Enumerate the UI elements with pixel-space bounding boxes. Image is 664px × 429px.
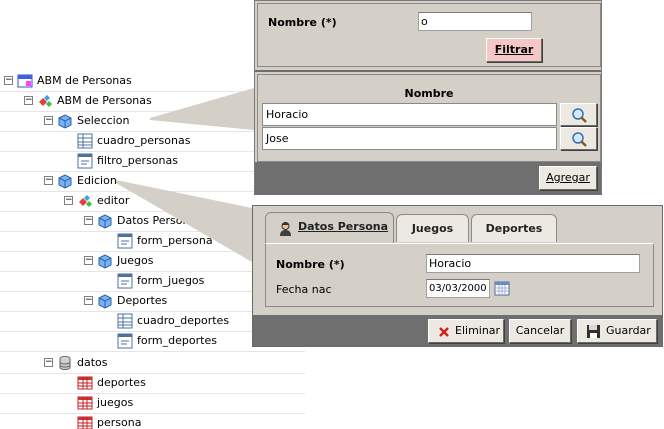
tree-label: ABM de Personas [57, 94, 152, 107]
collapse-toggle[interactable]: − [44, 176, 53, 185]
table-icon [77, 376, 93, 390]
grid-icon [117, 313, 133, 329]
person-icon [280, 222, 291, 236]
table-icon [77, 416, 93, 429]
database-icon [59, 356, 71, 370]
components-icon [79, 195, 92, 207]
delete-icon [439, 327, 449, 337]
calendar-icon[interactable] [494, 280, 510, 296]
tab-bar: Datos Persona Juegos Deportes [253, 206, 662, 243]
magnifier-icon [572, 108, 587, 123]
magnifier-icon [572, 132, 587, 147]
tree-label: Deportes [117, 294, 168, 307]
cube-icon [98, 214, 112, 229]
list-header: Nombre [404, 87, 454, 100]
select-row-button[interactable] [560, 103, 597, 126]
tree-label: Seleccion [77, 114, 130, 127]
tree-label: Datos Persona [117, 214, 197, 227]
filter-button[interactable]: Filtrar [486, 38, 542, 62]
select-row-button[interactable] [560, 127, 597, 150]
list-item[interactable]: Jose [262, 127, 557, 150]
tab-label: Datos Persona [298, 220, 389, 233]
save-button[interactable]: Guardar [577, 319, 657, 343]
cube-icon [58, 114, 72, 129]
components-icon [39, 95, 52, 107]
divider [0, 351, 305, 352]
collapse-toggle[interactable]: − [84, 256, 93, 265]
filter-name-input[interactable]: o [418, 12, 532, 31]
collapse-toggle[interactable]: − [4, 76, 13, 85]
grid-icon [77, 133, 93, 149]
tree-label: filtro_personas [97, 154, 178, 167]
tree-label: ABM de Personas [37, 74, 132, 87]
collapse-toggle[interactable]: − [84, 296, 93, 305]
form-icon [117, 333, 133, 349]
tree-label: cuadro_personas [97, 134, 191, 147]
collapse-toggle[interactable]: − [84, 216, 93, 225]
delete-label: Eliminar [455, 324, 501, 337]
form-icon [117, 273, 133, 289]
name-label: Nombre (*) [276, 258, 345, 271]
tree-label: persona [97, 416, 142, 429]
tree-node-datos[interactable]: − datos [0, 353, 305, 373]
selection-footer: Agregar [255, 162, 601, 195]
divider [255, 70, 601, 72]
tree-label: form_persona [137, 234, 213, 247]
tab-datos-persona[interactable]: Datos Persona [265, 212, 394, 243]
tree-node-table-juegos[interactable]: juegos [0, 393, 305, 413]
window-icon [17, 74, 33, 88]
collapse-toggle[interactable]: − [44, 116, 53, 125]
tree-label: form_deportes [137, 334, 217, 347]
table-icon [77, 396, 93, 410]
add-button[interactable]: Agregar [539, 166, 597, 190]
persona-form: Nombre (*) Horacio Fecha nac 03/03/2000 [265, 243, 654, 307]
cancel-button[interactable]: Cancelar [509, 319, 571, 343]
filter-name-label: Nombre (*) [268, 16, 337, 29]
name-input[interactable]: Horacio [426, 254, 640, 273]
birth-date-input[interactable]: 03/03/2000 [426, 279, 490, 298]
filter-form: Nombre (*) o Filtrar [257, 3, 601, 67]
form-icon [77, 153, 93, 169]
tree-node-table-deportes[interactable]: deportes [0, 373, 305, 393]
cube-icon [98, 254, 112, 269]
edit-panel: Datos Persona Juegos Deportes Nombre (*)… [252, 205, 663, 347]
birth-date-label: Fecha nac [276, 283, 332, 296]
tree-label: editor [97, 194, 130, 207]
tree-label: Edicion [77, 174, 117, 187]
collapse-toggle[interactable]: − [44, 358, 53, 367]
selection-panel: Nombre (*) o Filtrar Nombre Horacio Jose… [254, 0, 602, 195]
list-item[interactable]: Horacio [262, 103, 557, 126]
floppy-disk-icon [587, 325, 600, 338]
delete-button[interactable]: Eliminar [428, 319, 504, 343]
results-list: Nombre Horacio Jose [257, 74, 601, 162]
tab-deportes[interactable]: Deportes [471, 214, 557, 242]
cube-icon [98, 294, 112, 309]
tree-label: juegos [97, 396, 134, 409]
tree-node-table-persona[interactable]: persona [0, 413, 305, 429]
screenshot-stage: { "tree": { "items": [ {"label": "ABM de… [0, 0, 664, 429]
save-label: Guardar [606, 324, 651, 337]
tree-label: deportes [97, 376, 146, 389]
collapse-toggle[interactable]: − [24, 96, 33, 105]
form-icon [117, 233, 133, 249]
tree-label: cuadro_deportes [137, 314, 230, 327]
tree-label: form_juegos [137, 274, 205, 287]
tab-juegos[interactable]: Juegos [396, 214, 469, 242]
tree-label: datos [77, 356, 108, 369]
cube-icon [58, 174, 72, 189]
tree-label: Juegos [117, 254, 154, 267]
edit-footer: Eliminar Cancelar Guardar [253, 315, 662, 346]
collapse-toggle[interactable]: − [64, 196, 73, 205]
